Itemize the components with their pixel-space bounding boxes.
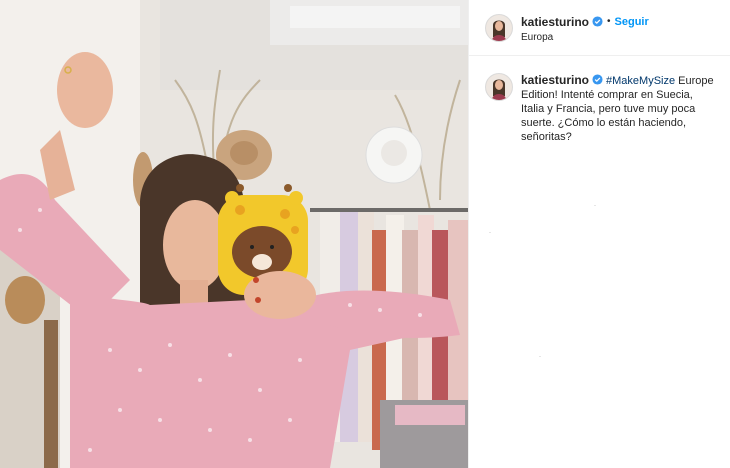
verified-badge-icon <box>592 74 603 85</box>
post-caption: katiesturino #MakeMySize Europe Edition! … <box>521 73 719 144</box>
post-image <box>0 0 468 468</box>
divider-speck <box>489 232 491 233</box>
location-link[interactable]: Europa <box>521 32 649 43</box>
caption-username-link[interactable]: katiesturino <box>521 73 589 87</box>
hashtag-link[interactable]: #MakeMySize <box>606 75 675 87</box>
verified-badge-icon <box>592 16 603 27</box>
follow-button[interactable]: Seguir <box>615 16 649 28</box>
header-text: katiesturino • Seguir Europa <box>521 14 649 44</box>
divider-speck <box>594 205 596 206</box>
username-link[interactable]: katiesturino <box>521 15 589 29</box>
caption-avatar[interactable] <box>485 73 513 101</box>
divider-speck <box>539 356 541 357</box>
post-header: katiesturino • Seguir Europa <box>469 0 730 56</box>
avatar[interactable] <box>485 14 513 42</box>
separator-dot: • <box>607 16 611 27</box>
post-sidebar: katiesturino • Seguir Europa katiesturin… <box>468 0 730 468</box>
post-photo[interactable] <box>0 0 468 468</box>
